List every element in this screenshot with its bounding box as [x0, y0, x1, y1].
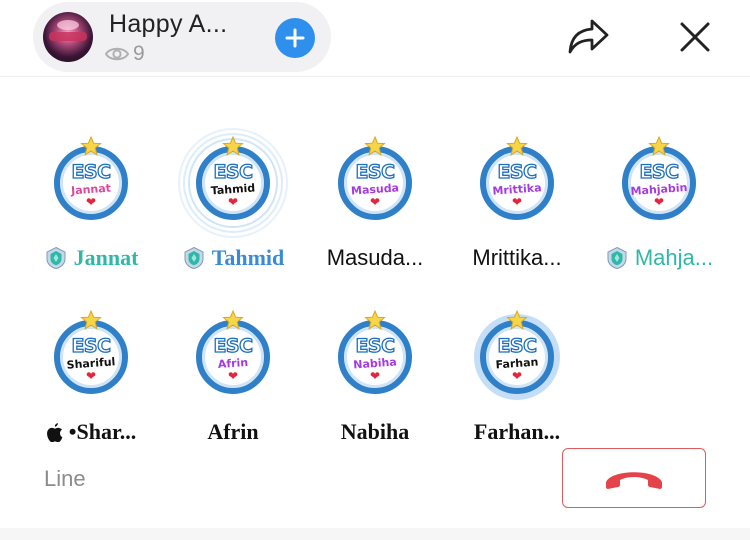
- esc-badge: ESC Tahmid ❤: [196, 146, 270, 220]
- esc-badge: ESC Mahjabin ❤: [622, 146, 696, 220]
- speaker-tile[interactable]: ESC Farhan ❤ Farhan...: [446, 302, 588, 462]
- heart-icon: ❤: [369, 369, 381, 383]
- esc-badge: ESC Farhan ❤: [480, 320, 554, 394]
- heart-icon: ❤: [85, 369, 97, 383]
- avatar-band: [49, 32, 87, 41]
- badge-esc-text: ESC: [213, 334, 254, 357]
- speaker-name: Mahja...: [634, 245, 714, 270]
- badge-esc-text: ESC: [71, 334, 112, 357]
- header-divider: [0, 76, 750, 77]
- speaker-avatar[interactable]: ESC Mrittika ❤: [462, 128, 572, 238]
- speaker-name: Afrin: [207, 419, 259, 444]
- badge-esc-text: ESC: [213, 160, 254, 183]
- speaker-avatar[interactable]: ESC Farhan ❤: [462, 302, 572, 412]
- badge-esc-text: ESC: [355, 160, 396, 183]
- shield-badge-icon: [184, 246, 204, 270]
- heart-icon: ❤: [227, 369, 239, 383]
- speaker-name-row: Jannat: [20, 245, 162, 271]
- star-icon: [80, 310, 102, 330]
- speaker-name-row: Farhan...: [446, 419, 588, 445]
- badge-esc-text: ESC: [355, 334, 396, 357]
- heart-icon: ❤: [653, 195, 665, 209]
- speaker-avatar[interactable]: ESC Mahjabin ❤: [604, 128, 714, 238]
- close-icon: [680, 22, 710, 52]
- speaker-avatar[interactable]: ESC Nabiha ❤: [320, 302, 430, 412]
- speaker-name: Tahmid: [211, 245, 285, 270]
- speaker-name-row: Nabiha: [304, 419, 446, 445]
- hang-up-button[interactable]: [562, 448, 706, 508]
- speaker-avatar[interactable]: ESC Tahmid ❤: [178, 128, 288, 238]
- speaker-tile[interactable]: ESC Shariful ❤ •Shar...: [20, 302, 162, 462]
- speaker-tile[interactable]: ESC Mrittika ❤ Mrittika...: [446, 128, 588, 288]
- speaker-avatar[interactable]: ESC Masuda ❤: [320, 128, 430, 238]
- speaker-name-row: Mahja...: [588, 245, 730, 271]
- star-icon: [506, 136, 528, 156]
- shield-badge-icon: [46, 246, 66, 270]
- speaker-name-row: Afrin: [162, 419, 304, 445]
- hang-up-phone-icon: [606, 472, 662, 489]
- eye-icon: [105, 47, 129, 61]
- share-icon: [568, 19, 609, 54]
- speaker-tile[interactable]: ESC Tahmid ❤ Tahmid: [162, 128, 304, 288]
- speaker-name: Jannat: [73, 245, 139, 270]
- avatar-glow: [57, 20, 79, 30]
- esc-badge: ESC Masuda ❤: [338, 146, 412, 220]
- line-label[interactable]: Line: [44, 466, 86, 492]
- esc-badge: ESC Shariful ❤: [54, 320, 128, 394]
- star-icon: [364, 136, 386, 156]
- viewer-count: 9: [105, 42, 145, 66]
- speaker-name-row: •Shar...: [20, 419, 162, 445]
- speaker-tile[interactable]: ESC Masuda ❤ Masuda...: [304, 128, 446, 288]
- close-button[interactable]: [672, 14, 718, 60]
- star-icon: [80, 136, 102, 156]
- speaker-avatar[interactable]: ESC Afrin ❤: [178, 302, 288, 412]
- speaker-avatar[interactable]: ESC Jannat ❤: [36, 128, 146, 238]
- speaker-name: Mrittika...: [472, 245, 562, 270]
- speaker-name: •Shar...: [68, 419, 137, 444]
- esc-badge: ESC Jannat ❤: [54, 146, 128, 220]
- heart-icon: ❤: [511, 369, 523, 383]
- bottom-bar: [0, 528, 750, 540]
- esc-badge: ESC Afrin ❤: [196, 320, 270, 394]
- heart-icon: ❤: [511, 195, 523, 209]
- speaker-tile[interactable]: ESC Afrin ❤ Afrin: [162, 302, 304, 462]
- speaker-name-row: Tahmid: [162, 245, 304, 271]
- badge-esc-text: ESC: [497, 334, 538, 357]
- star-icon: [648, 136, 670, 156]
- speaker-name: Farhan...: [473, 419, 561, 444]
- speaker-name: Masuda...: [326, 245, 424, 270]
- speaker-name-row: Masuda...: [304, 245, 446, 271]
- speaker-avatar[interactable]: ESC Shariful ❤: [36, 302, 146, 412]
- heart-icon: ❤: [85, 195, 97, 209]
- star-icon: [364, 310, 386, 330]
- speaker-tile[interactable]: ESC Nabiha ❤ Nabiha: [304, 302, 446, 462]
- speaker-name-row: Mrittika...: [446, 245, 588, 271]
- share-button[interactable]: [563, 14, 613, 60]
- badge-esc-text: ESC: [71, 160, 112, 183]
- shield-badge-icon: [607, 246, 627, 270]
- room-avatar[interactable]: [43, 12, 93, 62]
- badge-esc-text: ESC: [497, 160, 538, 183]
- heart-icon: ❤: [369, 195, 381, 209]
- star-icon: [506, 310, 528, 330]
- speaker-tile[interactable]: ESC Jannat ❤ Jannat: [20, 128, 162, 288]
- plus-icon: [285, 28, 305, 48]
- room-name: Happy A...: [109, 10, 228, 38]
- heart-icon: ❤: [227, 195, 239, 209]
- add-button[interactable]: [275, 18, 315, 58]
- esc-badge: ESC Nabiha ❤: [338, 320, 412, 394]
- apple-icon: [46, 422, 63, 442]
- speaker-name: Nabiha: [340, 419, 410, 444]
- badge-esc-text: ESC: [639, 160, 680, 183]
- star-icon: [222, 136, 244, 156]
- viewer-count-value: 9: [133, 42, 145, 65]
- room-info-pill[interactable]: Happy A... 9: [33, 2, 331, 72]
- speaker-tile[interactable]: ESC Mahjabin ❤ Mahja...: [588, 128, 730, 288]
- star-icon: [222, 310, 244, 330]
- esc-badge: ESC Mrittika ❤: [480, 146, 554, 220]
